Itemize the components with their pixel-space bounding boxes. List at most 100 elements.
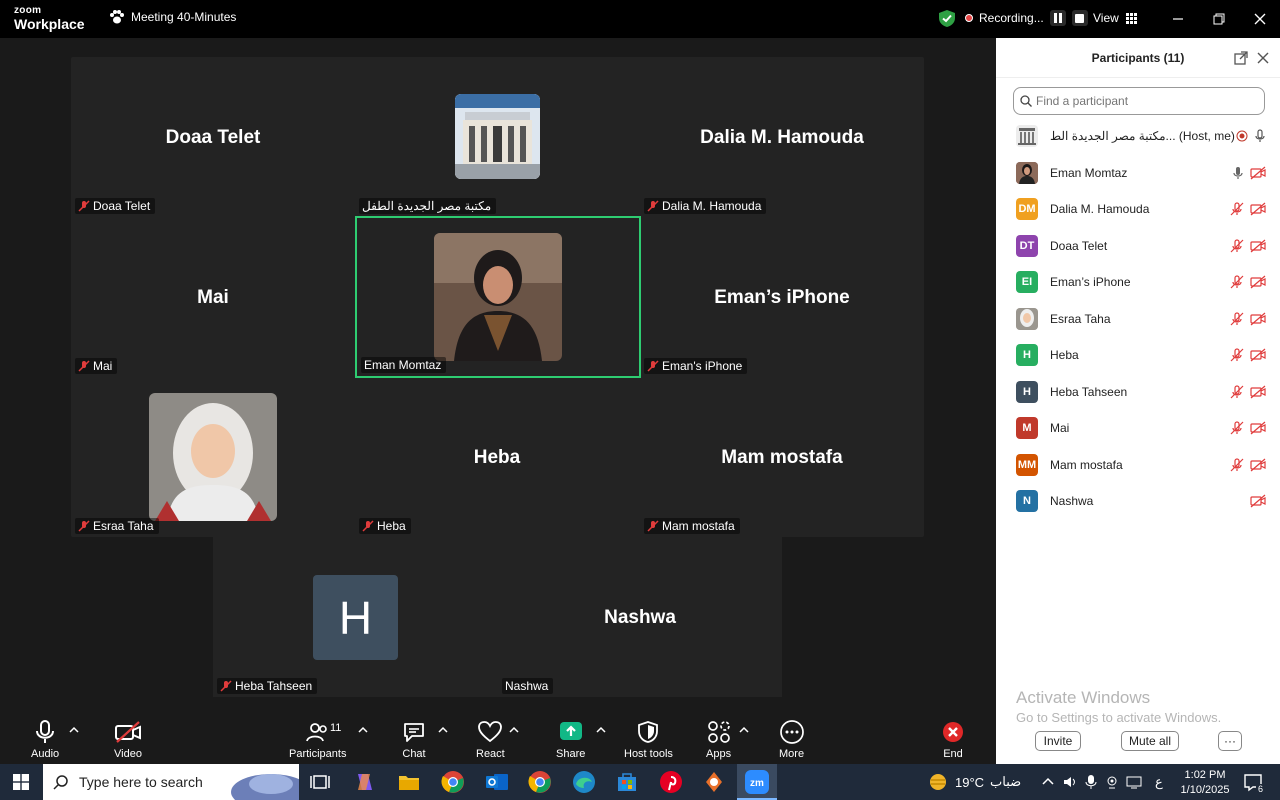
close-panel-icon[interactable] xyxy=(1256,51,1270,65)
participant-row[interactable]: DM Dalia M. Hamouda xyxy=(996,191,1280,228)
mic-muted-icon[interactable] xyxy=(1230,312,1244,326)
react-options-chevron-icon[interactable] xyxy=(509,726,519,734)
video-off-icon[interactable] xyxy=(1250,458,1266,472)
video-off-icon[interactable] xyxy=(1250,421,1266,435)
participants-options-chevron-icon[interactable] xyxy=(358,726,368,734)
stop-recording-button[interactable] xyxy=(1071,10,1088,26)
chat-options-chevron-icon[interactable] xyxy=(438,726,448,734)
audio-options-chevron-icon[interactable] xyxy=(69,726,79,734)
host-tools-button[interactable]: Host tools xyxy=(624,720,673,760)
participants-label: Participants xyxy=(289,748,347,760)
close-window-button[interactable] xyxy=(1251,10,1269,28)
video-off-icon[interactable] xyxy=(1250,166,1266,180)
mic-muted-icon[interactable] xyxy=(1230,239,1244,253)
pop-out-icon[interactable] xyxy=(1234,51,1248,65)
video-tile[interactable]: Mai Mai xyxy=(71,217,355,377)
mic-tray-icon[interactable] xyxy=(1085,774,1097,790)
chrome-profile-icon[interactable] xyxy=(528,770,552,794)
mic-icon[interactable] xyxy=(1254,129,1266,143)
participant-row[interactable]: N Nashwa xyxy=(996,483,1280,520)
more-options-button[interactable]: ··· xyxy=(1218,731,1242,751)
video-button[interactable]: Video xyxy=(114,720,142,760)
participant-row[interactable]: DT Doaa Telet xyxy=(996,228,1280,265)
file-explorer-icon[interactable] xyxy=(397,770,421,794)
app-icon[interactable] xyxy=(702,770,726,794)
pinterest-icon[interactable] xyxy=(659,770,683,794)
network-icon[interactable] xyxy=(1126,774,1142,790)
participant-row[interactable]: H Heba Tahseen xyxy=(996,374,1280,411)
participant-role: (Host, me) xyxy=(1178,129,1235,144)
show-hidden-icons-chevron-icon[interactable] xyxy=(1042,776,1054,786)
speaker-icon[interactable] xyxy=(1062,774,1078,790)
video-tile[interactable]: مكتبة مصر الجديدة الطفل xyxy=(355,57,639,217)
restore-button[interactable] xyxy=(1210,10,1228,28)
video-tile[interactable]: Eman’s iPhone Eman's iPhone xyxy=(640,217,924,377)
minimize-button[interactable] xyxy=(1169,10,1187,28)
participant-search[interactable] xyxy=(1013,87,1265,115)
weather-widget[interactable]: 19°C ضباب xyxy=(955,764,1021,800)
mic-muted-icon[interactable] xyxy=(1230,421,1244,435)
store-icon[interactable] xyxy=(615,770,639,794)
mic-muted-icon[interactable] xyxy=(1230,202,1244,216)
react-button[interactable]: React xyxy=(476,720,505,760)
pause-recording-button[interactable] xyxy=(1049,10,1066,26)
participant-row[interactable]: Eman Momtaz xyxy=(996,155,1280,192)
taskbar-clock[interactable]: 1:02 PM 1/10/2025 xyxy=(1172,768,1238,798)
video-off-icon[interactable] xyxy=(1250,275,1266,289)
mic-muted-icon[interactable] xyxy=(1230,275,1244,289)
video-tile[interactable]: Heba Heba xyxy=(355,377,639,537)
tile-display-name: Mam mostafa xyxy=(721,447,843,468)
video-tile[interactable]: Mam mostafa Mam mostafa xyxy=(640,377,924,537)
mic-muted-icon[interactable] xyxy=(1230,348,1244,362)
participant-row[interactable]: H Heba xyxy=(996,337,1280,374)
mic-muted-icon xyxy=(78,200,90,212)
apps-button[interactable]: Apps xyxy=(706,720,731,760)
video-off-icon[interactable] xyxy=(1250,385,1266,399)
copilot-icon[interactable] xyxy=(353,770,377,794)
camera-tray-icon[interactable] xyxy=(1104,774,1120,790)
participant-row[interactable]: EI Eman’s iPhone xyxy=(996,264,1280,301)
taskbar-search[interactable]: Type here to search xyxy=(43,764,299,800)
share-button[interactable]: Share xyxy=(556,720,585,760)
video-off-icon[interactable] xyxy=(1250,348,1266,362)
video-off-icon[interactable] xyxy=(1250,494,1266,508)
meeting-info-button[interactable]: Meeting 40-Minutes xyxy=(109,10,236,24)
mic-muted-icon[interactable] xyxy=(1230,458,1244,472)
audio-button[interactable]: Audio xyxy=(31,720,59,760)
windows-start-icon[interactable] xyxy=(13,774,29,790)
participant-row[interactable]: MM Mam mostafa xyxy=(996,447,1280,484)
video-off-icon[interactable] xyxy=(1250,202,1266,216)
mic-on-icon[interactable] xyxy=(1232,166,1244,180)
weather-icon[interactable] xyxy=(928,772,948,792)
video-tile[interactable]: Nashwa Nashwa xyxy=(498,537,782,697)
invite-button[interactable]: Invite xyxy=(1035,731,1081,751)
search-input[interactable] xyxy=(1036,94,1256,108)
mic-muted-icon[interactable] xyxy=(1230,385,1244,399)
video-off-icon[interactable] xyxy=(1250,239,1266,253)
profile-photo xyxy=(149,393,277,521)
apps-options-chevron-icon[interactable] xyxy=(739,726,749,734)
participant-row[interactable]: مكتبة مصر الجديدة الط... (Host, me) xyxy=(996,118,1280,155)
end-meeting-button[interactable]: End xyxy=(942,720,964,760)
mute-all-button[interactable]: Mute all xyxy=(1121,731,1179,751)
task-view-icon[interactable] xyxy=(308,770,332,794)
outlook-icon[interactable] xyxy=(485,770,509,794)
more-button[interactable]: More xyxy=(779,720,804,760)
taskbar-zoom-active[interactable]: zm xyxy=(737,764,777,800)
input-language[interactable]: ع xyxy=(1155,764,1163,800)
chat-button[interactable]: Chat xyxy=(402,720,426,760)
view-button[interactable]: View xyxy=(1093,11,1137,25)
share-options-chevron-icon[interactable] xyxy=(596,726,606,734)
notification-center[interactable]: 6 xyxy=(1243,772,1265,794)
chrome-icon[interactable] xyxy=(441,770,465,794)
video-tile[interactable]: Dalia M. Hamouda Dalia M. Hamouda xyxy=(640,57,924,217)
video-off-icon[interactable] xyxy=(1250,312,1266,326)
edge-icon[interactable] xyxy=(572,770,596,794)
active-speaker-tile[interactable]: Eman Momtaz xyxy=(355,216,641,378)
video-tile[interactable]: H Heba Tahseen xyxy=(213,537,497,697)
security-shield-icon[interactable] xyxy=(939,10,955,27)
video-tile[interactable]: Esraa Taha xyxy=(71,377,355,537)
video-tile[interactable]: Doaa Telet Doaa Telet xyxy=(71,57,355,217)
participant-row[interactable]: M Mai xyxy=(996,410,1280,447)
participant-row[interactable]: Esraa Taha xyxy=(996,301,1280,338)
